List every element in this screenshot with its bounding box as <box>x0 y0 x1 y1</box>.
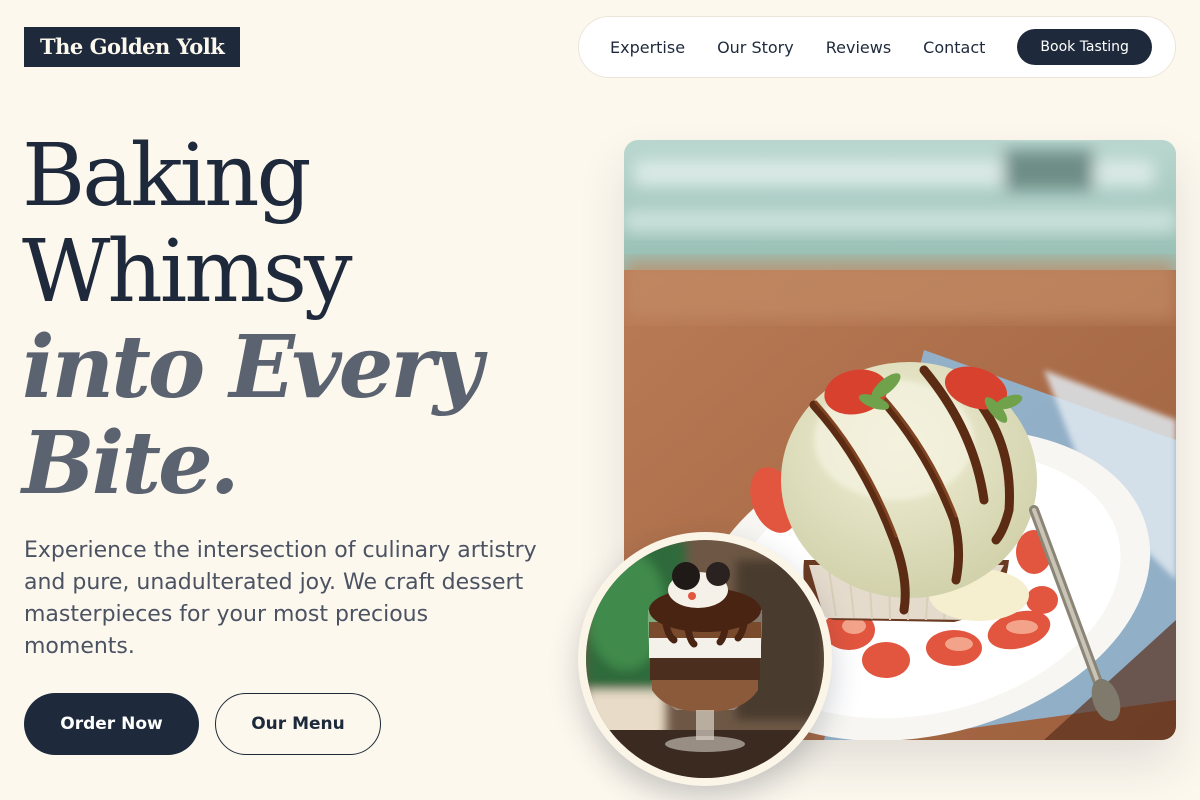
headline-line-3: into Every <box>22 317 483 418</box>
landing-page: The Golden Yolk Expertise Our Story Revi… <box>0 0 1200 800</box>
nav-link-reviews[interactable]: Reviews <box>826 38 891 57</box>
headline-line-1: Baking <box>22 126 312 226</box>
nav-link-contact[interactable]: Contact <box>923 38 985 57</box>
headline-line-4: Bite. <box>22 413 240 514</box>
our-menu-button[interactable]: Our Menu <box>215 693 381 755</box>
nav-link-our-story[interactable]: Our Story <box>717 38 794 57</box>
parfait-photo <box>586 540 824 778</box>
parfait-illustration <box>586 540 824 778</box>
parfait-thumbnail <box>578 532 832 786</box>
order-now-button[interactable]: Order Now <box>24 693 199 755</box>
headline-line-2: Whimsy <box>22 222 353 322</box>
brand-logo[interactable]: The Golden Yolk <box>24 27 241 67</box>
hero-headline: Baking Whimsy into Every Bite. <box>22 126 483 514</box>
nav-link-expertise[interactable]: Expertise <box>610 38 685 57</box>
hero-description: Experience the intersection of culinary … <box>24 538 537 659</box>
main-nav: Expertise Our Story Reviews Contact Book… <box>578 16 1176 78</box>
book-tasting-button[interactable]: Book Tasting <box>1017 29 1152 65</box>
